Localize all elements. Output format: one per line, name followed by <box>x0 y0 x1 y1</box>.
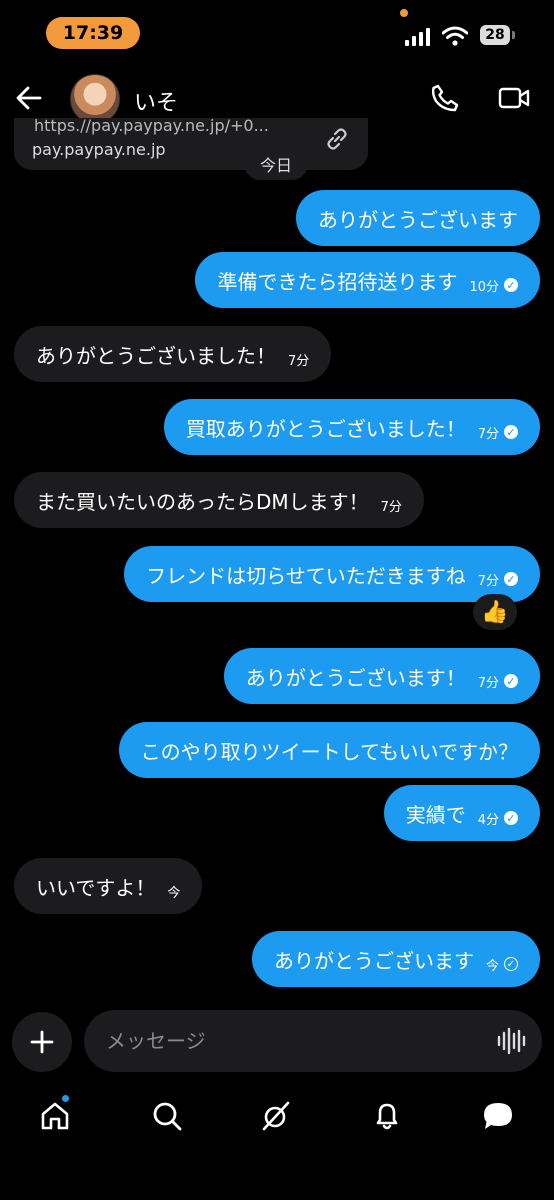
message-text: フレンドは切らせていただきますね <box>146 563 466 588</box>
link-url: https.//pay.paypay.ne.jp/+0... <box>34 118 269 135</box>
message-text: いいですよ！ <box>36 875 156 900</box>
home-icon <box>41 1102 69 1130</box>
message-bubble-outgoing[interactable]: 実績で 4分 ✓ <box>383 785 540 841</box>
message-time: 7分 <box>477 573 499 589</box>
message-text: ありがとうございました！ <box>36 343 276 368</box>
message-time: 4分 <box>477 812 499 828</box>
message-text: 準備できたら招待送ります <box>217 269 458 294</box>
grok-icon <box>262 1101 290 1131</box>
battery-level: 28 <box>480 25 510 45</box>
tab-messages[interactable] <box>478 1096 518 1136</box>
message-text: 買取ありがとうございました！ <box>185 416 466 441</box>
message-input[interactable] <box>84 1010 542 1072</box>
message-text: 実績で <box>405 802 466 827</box>
home-notification-dot <box>62 1095 69 1102</box>
privacy-indicator-dot <box>400 9 408 17</box>
message-text: ありがとうございます <box>273 948 474 973</box>
search-icon <box>153 1102 182 1131</box>
message-bubble-outgoing[interactable]: 準備できたら招待送ります 10分 ✓ <box>195 252 540 308</box>
link-preview-card[interactable]: https.//pay.paypay.ne.jp/+0... pay.paypa… <box>14 118 368 170</box>
read-check-icon: ✓ <box>504 278 518 292</box>
tab-home[interactable] <box>35 1096 75 1136</box>
message-time: 今 <box>167 885 181 901</box>
battery-tip <box>512 31 515 39</box>
video-icon[interactable] <box>498 85 530 111</box>
thumbs-up-reaction[interactable]: 👍 <box>473 594 517 630</box>
message-text: また買いたいのあったらDMします！ <box>36 489 369 514</box>
add-attachment-button[interactable] <box>12 1012 72 1072</box>
wifi-icon <box>442 26 468 46</box>
date-separator: 今日 <box>244 148 308 180</box>
link-domain: pay.paypay.ne.jp <box>32 140 166 159</box>
message-time: 7分 <box>380 499 402 515</box>
message-bubble-outgoing[interactable]: ありがとうございます！ 7分 ✓ <box>223 648 540 704</box>
message-time: 7分 <box>288 353 310 369</box>
message-time: 今 <box>485 958 499 974</box>
message-bubble-outgoing[interactable]: 買取ありがとうございました！ 7分 ✓ <box>163 399 540 455</box>
voice-wave-icon[interactable] <box>496 1026 526 1056</box>
sent-check-icon: ✓ <box>504 957 518 971</box>
contact-name[interactable]: いそ <box>134 85 178 117</box>
message-bubble-outgoing[interactable]: フレンドは切らせていただきますね 7分 ✓ <box>124 546 540 602</box>
read-check-icon: ✓ <box>504 572 518 586</box>
avatar[interactable] <box>70 74 120 124</box>
phone-icon[interactable] <box>430 83 460 113</box>
signal-icon <box>405 28 430 46</box>
message-bubble-outgoing[interactable]: このやり取りツイートしてもいいですか？ <box>118 722 540 778</box>
plus-icon <box>30 1030 54 1054</box>
link-icon <box>327 128 347 150</box>
tab-search[interactable] <box>147 1096 187 1136</box>
bell-icon <box>376 1103 398 1130</box>
message-text: ありがとうございます！ <box>245 665 466 690</box>
message-bubble-incoming[interactable]: いいですよ！ 今 <box>14 858 203 914</box>
back-arrow-icon[interactable] <box>14 84 44 112</box>
status-time: 17:39 <box>46 17 140 49</box>
read-check-icon: ✓ <box>504 425 518 439</box>
tab-notifications[interactable] <box>367 1096 407 1136</box>
message-bubble-outgoing[interactable]: ありがとうございます 今 ✓ <box>251 931 540 987</box>
tab-grok[interactable] <box>256 1096 296 1136</box>
message-time: 7分 <box>477 426 499 442</box>
message-time: 10分 <box>469 279 499 295</box>
read-check-icon: ✓ <box>504 811 518 825</box>
message-time: 7分 <box>477 675 499 691</box>
read-check-icon: ✓ <box>504 674 518 688</box>
message-bubble-incoming[interactable]: また買いたいのあったらDMします！ 7分 <box>14 472 424 528</box>
messages-icon <box>484 1103 512 1129</box>
message-text: このやり取りツイートしてもいいですか？ <box>140 739 518 764</box>
message-text: ありがとうございます <box>318 207 518 232</box>
message-bubble-outgoing[interactable]: ありがとうございます <box>296 190 540 246</box>
message-bubble-incoming[interactable]: ありがとうございました！ 7分 <box>14 326 332 382</box>
